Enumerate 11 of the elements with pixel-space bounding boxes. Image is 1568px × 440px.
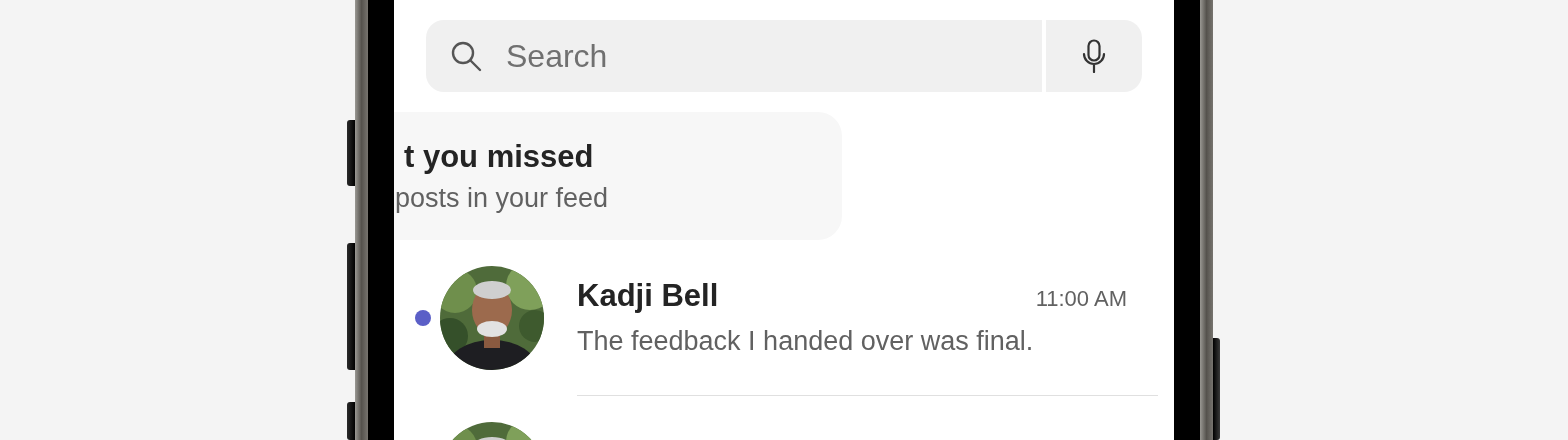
card-title: t you missed	[404, 138, 594, 175]
microphone-icon	[1082, 39, 1106, 73]
contact-name: Kadji Bell	[577, 278, 719, 314]
message-time: 11:00 AM	[1035, 286, 1127, 312]
search-icon	[450, 40, 482, 72]
card-subtitle: posts in your feed	[395, 182, 609, 214]
message-preview: The feedback I handed over was final.	[577, 326, 1035, 357]
search-field[interactable]: Search	[426, 20, 1042, 92]
microphone-button[interactable]	[1046, 20, 1142, 92]
search-input[interactable]: Search	[506, 37, 906, 75]
missed-card[interactable]: t you missed posts in your feed	[394, 112, 842, 240]
